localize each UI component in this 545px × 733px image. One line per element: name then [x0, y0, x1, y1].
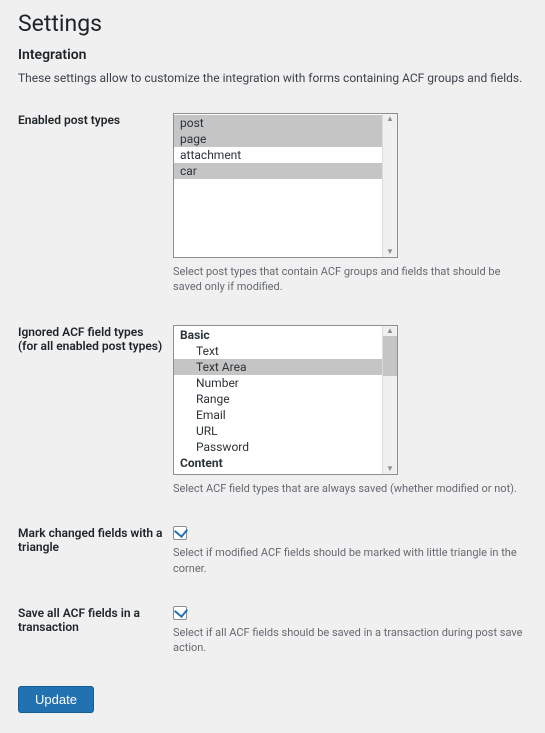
update-button[interactable]: Update: [18, 686, 94, 713]
post-type-option[interactable]: post: [174, 115, 383, 131]
post-type-option[interactable]: car: [174, 163, 383, 179]
label-ignored-field-types: Ignored ACF field types (for all enabled…: [18, 315, 173, 516]
post-type-option[interactable]: attachment: [174, 147, 383, 163]
row-mark-changed: Mark changed fields with a triangle Sele…: [18, 516, 527, 596]
save-transaction-checkbox[interactable]: [173, 606, 187, 620]
desc-mark-changed: Select if modified ACF fields should be …: [173, 545, 527, 576]
section-title: Integration: [18, 47, 527, 63]
field-type-option[interactable]: Text Area: [174, 359, 383, 375]
label-mark-changed: Mark changed fields with a triangle: [18, 516, 173, 596]
label-enabled-post-types: Enabled post types: [18, 103, 173, 315]
post-type-option[interactable]: page: [174, 131, 383, 147]
field-type-option[interactable]: Text: [174, 343, 383, 359]
page-title: Settings: [18, 10, 527, 37]
label-save-transaction: Save all ACF fields in a transaction: [18, 596, 173, 676]
desc-ignored-field-types: Select ACF field types that are always s…: [173, 481, 527, 496]
mark-changed-checkbox[interactable]: [173, 526, 187, 540]
scroll-down-icon[interactable]: ▼: [383, 247, 397, 257]
enabled-post-types-listbox[interactable]: postpageattachmentcar ▲ ▼: [173, 113, 398, 258]
field-type-option[interactable]: Range: [174, 391, 383, 407]
desc-enabled-post-types: Select post types that contain ACF group…: [173, 264, 527, 295]
form-table: Enabled post types postpageattachmentcar…: [18, 103, 527, 676]
field-type-option[interactable]: Email: [174, 407, 383, 423]
scroll-down-icon[interactable]: ▼: [383, 464, 397, 474]
ignored-field-types-listbox[interactable]: BasicTextText AreaNumberRangeEmailURLPas…: [173, 325, 398, 475]
scroll-up-icon[interactable]: ▲: [383, 326, 397, 336]
row-ignored-field-types: Ignored ACF field types (for all enabled…: [18, 315, 527, 516]
settings-page: Settings Integration These settings allo…: [0, 0, 545, 733]
scrollbar[interactable]: ▲ ▼: [382, 326, 397, 474]
field-type-option[interactable]: Image: [174, 471, 383, 474]
scrollbar[interactable]: ▲ ▼: [382, 114, 397, 257]
scroll-up-icon[interactable]: ▲: [383, 114, 397, 124]
intro-text: These settings allow to customize the in…: [18, 71, 527, 85]
desc-save-transaction: Select if all ACF fields should be saved…: [173, 625, 527, 656]
field-type-option[interactable]: URL: [174, 423, 383, 439]
field-type-option[interactable]: Number: [174, 375, 383, 391]
field-type-option[interactable]: Password: [174, 439, 383, 455]
row-save-transaction: Save all ACF fields in a transaction Sel…: [18, 596, 527, 676]
field-type-group: Content: [174, 455, 383, 471]
field-type-group: Basic: [174, 327, 383, 343]
row-enabled-post-types: Enabled post types postpageattachmentcar…: [18, 103, 527, 315]
scroll-thumb[interactable]: [383, 336, 397, 376]
